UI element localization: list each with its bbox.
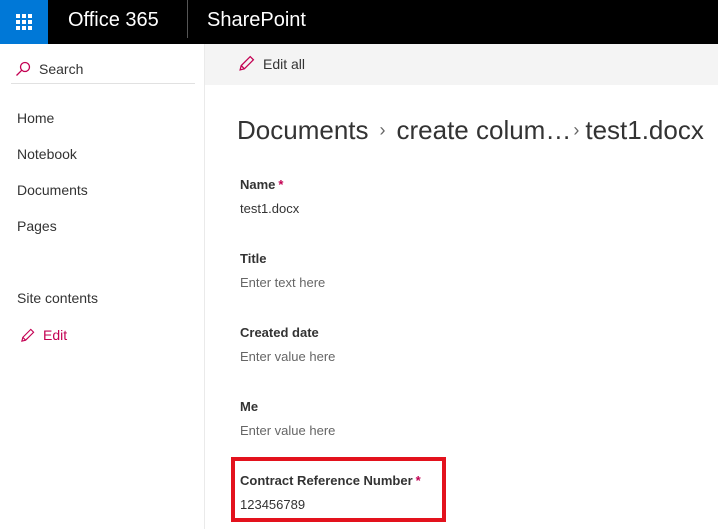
edit-all-button[interactable]: Edit all [238, 55, 305, 72]
pencil-icon [239, 55, 255, 71]
field-title: Title Enter text here [240, 251, 620, 291]
breadcrumb-separator: › [573, 120, 580, 140]
field-value[interactable]: Enter value here [240, 349, 620, 365]
breadcrumb-current-file: test1.docx [585, 115, 704, 145]
nav-edit-link[interactable]: Edit [20, 327, 67, 343]
app-launcher-button[interactable] [0, 0, 48, 44]
brand-divider [187, 0, 188, 38]
nav-item-pages[interactable]: Pages [17, 218, 57, 234]
nav-item-site-contents[interactable]: Site contents [17, 290, 98, 306]
app-name[interactable]: SharePoint [207, 8, 306, 32]
field-me: Me Enter value here [240, 399, 620, 439]
search-box[interactable]: Search [11, 54, 195, 84]
pencil-icon [21, 328, 35, 342]
waffle-icon [16, 14, 32, 30]
nav-edit-label: Edit [43, 327, 68, 343]
field-label: Created date [240, 325, 319, 340]
highlight-annotation-box [231, 457, 446, 522]
edit-all-label: Edit all [263, 55, 306, 72]
field-value[interactable]: Enter text here [240, 275, 620, 291]
left-navigation: Search Home Notebook Documents Pages Sit… [0, 44, 205, 529]
breadcrumb-folder[interactable]: create colum… [397, 115, 572, 146]
field-label: Name [240, 177, 276, 192]
nav-item-documents[interactable]: Documents [17, 182, 88, 198]
field-value[interactable]: Enter value here [240, 423, 620, 439]
nav-item-home[interactable]: Home [17, 110, 54, 126]
breadcrumb-separator: › [379, 120, 386, 140]
command-bar: Edit all [205, 44, 718, 85]
breadcrumb: Documents › create colum… › test1.docx [237, 115, 704, 146]
field-created-date: Created date Enter value here [240, 325, 620, 365]
field-label: Title [240, 251, 267, 266]
breadcrumb-documents[interactable]: Documents [237, 115, 369, 146]
field-name: Name * test1.docx [240, 177, 620, 217]
office-365-brand[interactable]: Office 365 [68, 8, 159, 32]
field-value[interactable]: test1.docx [240, 201, 620, 217]
field-label: Me [240, 399, 259, 414]
search-label: Search [39, 60, 84, 77]
nav-item-notebook[interactable]: Notebook [17, 146, 77, 162]
required-marker: * [278, 177, 284, 192]
search-icon [16, 61, 31, 76]
suite-bar: Office 365 SharePoint [0, 0, 718, 44]
